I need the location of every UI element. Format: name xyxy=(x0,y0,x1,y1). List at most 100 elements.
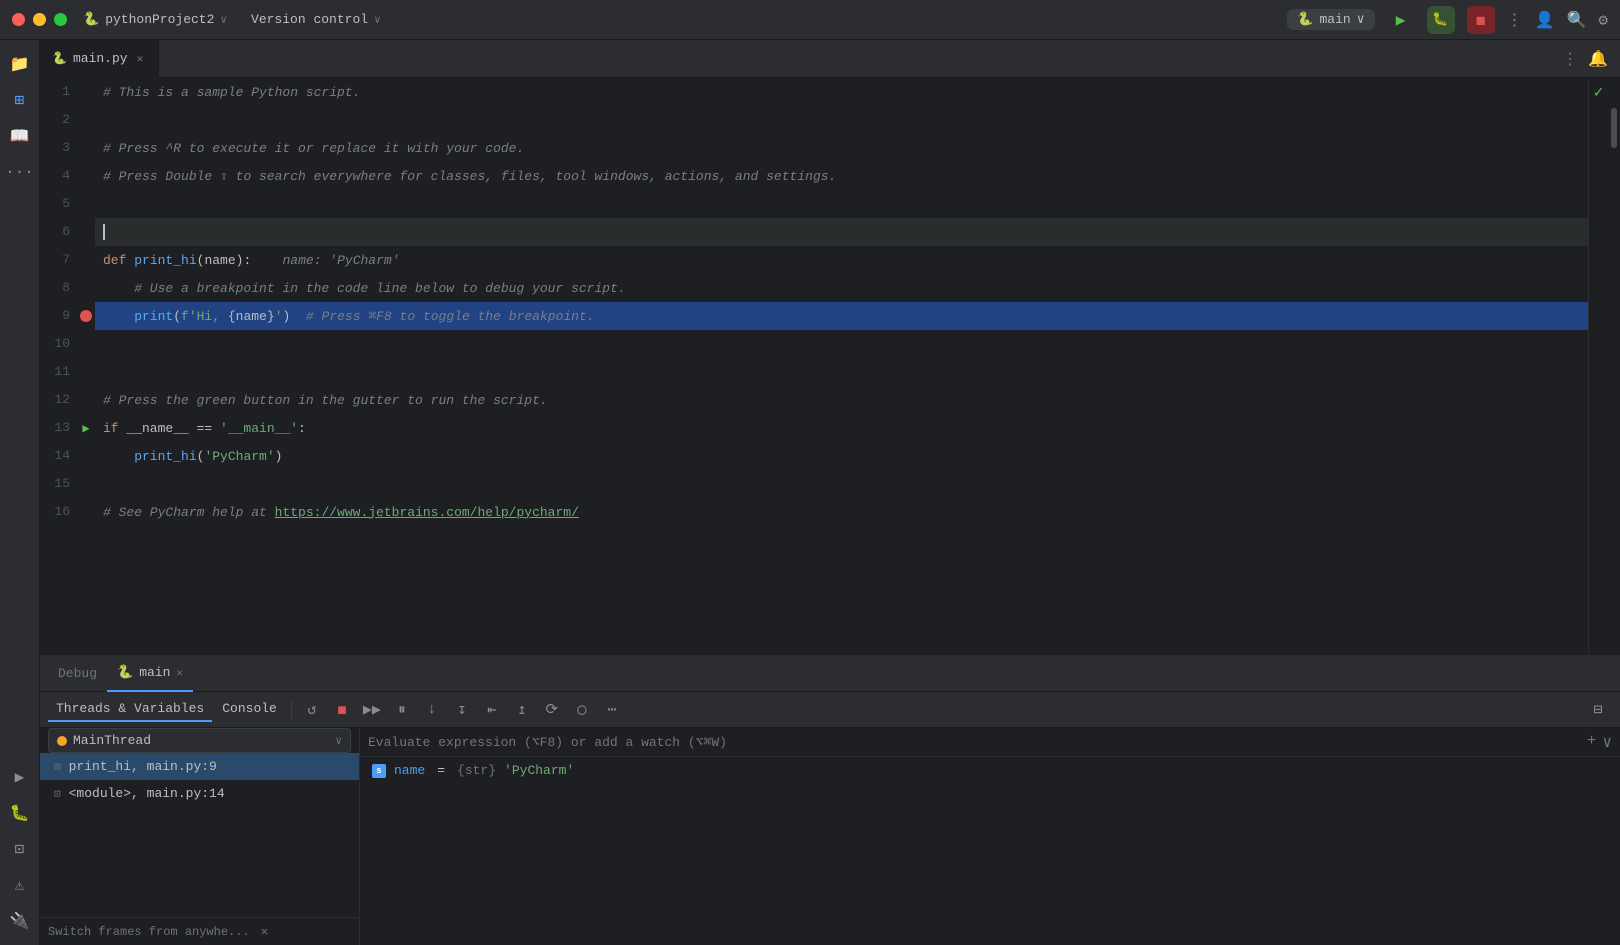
sidebar-item-debug[interactable]: 🐛 xyxy=(4,797,36,829)
toolbar-tab-console[interactable]: Console xyxy=(214,697,285,722)
code-line-6 xyxy=(95,218,1588,246)
sidebar-item-structure[interactable]: ⊞ xyxy=(4,84,36,116)
line-row-12: 12 xyxy=(40,386,95,414)
variable-type: {str} xyxy=(457,763,496,778)
line-row-10: 10 xyxy=(40,330,95,358)
sidebar-item-more[interactable]: ··· xyxy=(4,156,36,188)
notifications-icon[interactable]: 🔔 xyxy=(1588,49,1608,69)
vcs-label: Version control xyxy=(251,12,368,27)
tab-label: main.py xyxy=(73,51,128,66)
step-into-button[interactable]: ↧ xyxy=(448,696,476,724)
titlebar-right: 🐍 main ∨ ▶ 🐛 ◼ ⋮ 👤 🔍 ⚙ xyxy=(1287,6,1608,34)
line-row-3: 3 xyxy=(40,134,95,162)
line-row-15: 15 xyxy=(40,470,95,498)
main-icon: 🐍 xyxy=(117,665,133,680)
close-button[interactable] xyxy=(12,13,25,26)
code-line-3: # Press ^R to execute it or replace it w… xyxy=(95,134,1588,162)
line-row-11: 11 xyxy=(40,358,95,386)
breakpoint-indicator[interactable] xyxy=(80,310,92,322)
run-line-icon[interactable]: ▶ xyxy=(82,421,89,436)
sidebar-item-files[interactable]: 📁 xyxy=(4,48,36,80)
debug-button[interactable]: 🐛 xyxy=(1427,6,1455,34)
debug-tab-label: Debug xyxy=(58,666,97,681)
line-gutter: 1 2 3 4 5 6 7 8 9 10 11 12 13▶ 14 xyxy=(40,78,95,655)
stop-button[interactable]: ◼ xyxy=(1467,6,1495,34)
debug-tab-close-icon[interactable]: ✕ xyxy=(176,666,183,680)
sidebar: 📁 ⊞ 📖 ··· ▶ 🐛 ⊡ ⚠ 🔌 xyxy=(0,40,40,945)
frame-label-1: <module>, main.py:14 xyxy=(69,786,225,801)
run-config-icon: 🐍 xyxy=(1297,12,1313,27)
sidebar-bottom: ▶ 🐛 ⊡ ⚠ 🔌 xyxy=(4,761,36,945)
code-line-5 xyxy=(95,190,1588,218)
variable-name: name xyxy=(394,763,425,778)
code-content[interactable]: # This is a sample Python script. # Pres… xyxy=(95,78,1588,655)
step-out-button[interactable]: ↥ xyxy=(508,696,536,724)
frames-footer-close-icon[interactable]: ✕ xyxy=(261,925,268,939)
tab-file-icon: 🐍 xyxy=(52,51,67,66)
stack-frame-1[interactable]: ⊡ <module>, main.py:14 xyxy=(40,780,359,807)
expand-eval-icon[interactable]: ∨ xyxy=(1602,732,1612,752)
scroll-thumb[interactable] xyxy=(1611,108,1617,148)
search-icon[interactable]: 🔍 xyxy=(1566,10,1586,30)
variable-equals: = xyxy=(437,763,445,778)
pause-button[interactable]: ⏸ xyxy=(388,696,416,724)
tab-close-icon[interactable]: ✕ xyxy=(134,51,147,67)
vcs-selector[interactable]: Version control ∨ xyxy=(251,12,381,27)
line-row-9: 9 xyxy=(40,302,95,330)
sidebar-item-learn[interactable]: 📖 xyxy=(4,120,36,152)
thread-name: MainThread xyxy=(73,733,329,748)
code-line-10 xyxy=(95,330,1588,358)
line-row-16: 16 xyxy=(40,498,95,526)
frame-label-0: print_hi, main.py:9 xyxy=(69,759,217,774)
run-to-cursor-button[interactable]: ⟳ xyxy=(538,696,566,724)
thread-status-dot xyxy=(57,736,67,746)
sidebar-item-problems[interactable]: ⚠ xyxy=(4,869,36,901)
code-line-7: def print_hi(name): name: 'PyCharm' xyxy=(95,246,1588,274)
frames-footer[interactable]: Switch frames from anywhe... ✕ xyxy=(40,917,359,945)
line-numbers: 1 2 3 4 5 6 7 8 9 10 11 12 13▶ 14 xyxy=(40,78,95,526)
sidebar-item-run[interactable]: ▶ xyxy=(4,761,36,793)
threads-pane: MainThread ∨ ⊡ print_hi, main.py:9 ⊡ xyxy=(40,728,360,945)
right-gutter: ✓ xyxy=(1588,78,1608,655)
variable-type-icon: s xyxy=(372,764,386,778)
toolbar-tab-threads[interactable]: Threads & Variables xyxy=(48,697,212,722)
tab-main-py[interactable]: 🐍 main.py ✕ xyxy=(40,40,159,78)
run-button[interactable]: ▶ xyxy=(1387,6,1415,34)
toolbar-right: ⊟ xyxy=(1584,696,1612,724)
add-watch-icon[interactable]: + xyxy=(1587,732,1597,752)
code-editor[interactable]: 1 2 3 4 5 6 7 8 9 10 11 12 13▶ 14 xyxy=(40,78,1620,655)
minimize-button[interactable] xyxy=(33,13,46,26)
settings-icon[interactable]: ⚙ xyxy=(1598,10,1608,30)
debug-panel-tab-debug[interactable]: Debug xyxy=(48,656,107,692)
account-icon[interactable]: 👤 xyxy=(1535,10,1555,30)
sidebar-item-terminal[interactable]: ⊡ xyxy=(4,833,36,865)
line-row-6: 6 xyxy=(40,218,95,246)
step-over-button[interactable]: ↓ xyxy=(418,696,446,724)
debug-panel-tab-main[interactable]: 🐍 main ✕ xyxy=(107,656,193,692)
clear-all-button[interactable]: ◯ xyxy=(568,696,596,724)
project-selector[interactable]: 🐍 pythonProject2 ∨ xyxy=(83,12,227,27)
frame-icon-0: ⊡ xyxy=(54,760,61,774)
tab-bar-menu-icon[interactable]: ⋮ xyxy=(1562,49,1578,69)
stack-frame-0[interactable]: ⊡ print_hi, main.py:9 xyxy=(40,753,359,780)
line-row-4: 4 xyxy=(40,162,95,190)
sidebar-item-plugins[interactable]: 🔌 xyxy=(4,905,36,937)
stop-debug-button[interactable]: ◼ xyxy=(328,696,356,724)
thread-dropdown[interactable]: MainThread ∨ xyxy=(48,728,351,753)
run-config-selector[interactable]: 🐍 main ∨ xyxy=(1287,9,1374,30)
more-debug-button[interactable]: ⋯ xyxy=(598,696,626,724)
code-line-11 xyxy=(95,358,1588,386)
variables-pane: + ∨ s name = {str} 'PyCharm' xyxy=(360,728,1620,945)
code-line-16: # See PyCharm help at https://www.jetbra… xyxy=(95,498,1588,526)
editor-scrollbar[interactable] xyxy=(1608,78,1620,655)
code-line-8: # Use a breakpoint in the code line belo… xyxy=(95,274,1588,302)
step-into-my-button[interactable]: ⇤ xyxy=(478,696,506,724)
layout-button[interactable]: ⊟ xyxy=(1584,696,1612,724)
eval-input[interactable] xyxy=(368,735,1579,750)
vcs-chevron-icon: ∨ xyxy=(374,13,381,27)
resume-button[interactable]: ▶▶ xyxy=(358,696,386,724)
maximize-button[interactable] xyxy=(54,13,67,26)
rerun-button[interactable]: ↺ xyxy=(298,696,326,724)
more-options-icon[interactable]: ⋮ xyxy=(1507,10,1523,30)
main-tab-label: main xyxy=(139,665,170,680)
